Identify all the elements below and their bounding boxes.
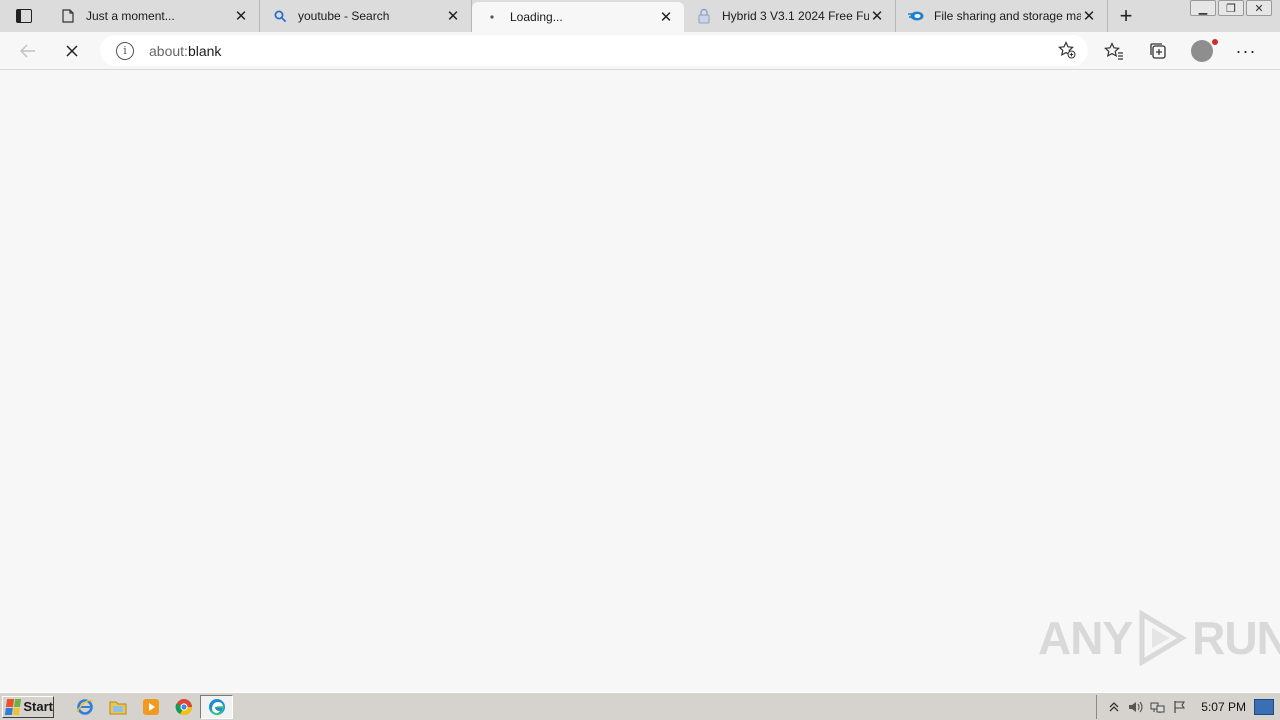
collections-button[interactable]	[1136, 35, 1180, 67]
tab-title: File sharing and storage ma	[934, 9, 1081, 23]
show-hidden-icons-icon[interactable]	[1103, 697, 1125, 717]
mediafire-icon	[908, 8, 924, 24]
play-logo-icon	[1139, 610, 1187, 666]
internet-explorer-icon[interactable]	[68, 695, 101, 719]
collections-icon	[1150, 43, 1166, 59]
tab-loading[interactable]: Loading... ✕	[472, 2, 684, 32]
favorites-button[interactable]	[1092, 35, 1136, 67]
more-icon: ···	[1235, 40, 1257, 61]
edge-icon[interactable]	[200, 694, 233, 719]
action-center-flag-icon[interactable]	[1169, 697, 1191, 717]
lock-icon	[696, 8, 712, 24]
page-icon	[60, 8, 76, 24]
tab-title: Loading...	[510, 10, 563, 24]
chrome-icon[interactable]	[167, 695, 200, 719]
tab-file-sharing[interactable]: File sharing and storage ma ✕	[896, 0, 1108, 32]
close-tab-icon[interactable]: ✕	[445, 8, 461, 25]
toolbar-right: ···	[1092, 35, 1268, 67]
start-button[interactable]: Start	[2, 695, 54, 718]
tab-title: Hybrid 3 V3.1 2024 Free Full	[722, 9, 869, 23]
minimize-button[interactable]: ▁	[1190, 0, 1216, 16]
show-desktop-button[interactable]	[1254, 699, 1274, 715]
close-tab-icon[interactable]: ✕	[869, 8, 885, 25]
volume-icon[interactable]	[1125, 697, 1147, 717]
tab-strip: Just a moment... ✕ youtube - Search ✕ Lo…	[0, 0, 1280, 32]
taskbar: Start 5:07 PM	[0, 692, 1280, 720]
settings-more-button[interactable]: ···	[1224, 35, 1268, 67]
url-text: about:blank	[149, 42, 222, 59]
file-explorer-icon[interactable]	[101, 695, 134, 719]
navigation-toolbar: i about:blank ···	[0, 32, 1280, 70]
stop-loading-button[interactable]	[54, 35, 90, 67]
network-icon[interactable]	[1147, 697, 1169, 717]
close-window-button[interactable]: ✕	[1246, 0, 1272, 16]
tab-title: youtube - Search	[298, 9, 390, 23]
media-player-icon[interactable]	[134, 695, 167, 719]
site-info-icon[interactable]: i	[116, 41, 134, 60]
watermark-left-text: ANY	[1038, 612, 1133, 664]
tab-just-a-moment[interactable]: Just a moment... ✕	[48, 0, 260, 32]
close-tab-icon[interactable]: ✕	[1081, 8, 1097, 25]
new-tab-button[interactable]: +	[1108, 0, 1144, 32]
quick-launch	[68, 694, 233, 719]
avatar	[1191, 39, 1218, 62]
restore-button[interactable]: ❐	[1218, 0, 1244, 16]
close-tab-icon[interactable]: ✕	[658, 9, 674, 26]
tab-actions-icon	[16, 9, 32, 23]
page-content	[0, 71, 1280, 692]
system-tray: 5:07 PM	[1096, 695, 1280, 719]
tab-title: Just a moment...	[86, 9, 175, 23]
back-arrow-icon	[20, 43, 35, 58]
watermark-right-text: RUN	[1192, 612, 1280, 664]
loading-dot-icon	[484, 9, 500, 25]
profile-button[interactable]	[1180, 35, 1224, 67]
stop-icon	[66, 44, 78, 57]
search-icon	[272, 8, 288, 24]
tab-hybrid[interactable]: Hybrid 3 V3.1 2024 Free Full ✕	[684, 0, 896, 32]
start-label: Start	[23, 699, 53, 714]
address-bar[interactable]: i about:blank	[100, 35, 1088, 66]
anyrun-watermark: ANY RUN	[1038, 610, 1280, 666]
clock[interactable]: 5:07 PM	[1201, 700, 1246, 714]
add-favorite-icon[interactable]	[1058, 41, 1076, 64]
back-button[interactable]	[10, 35, 46, 67]
tab-youtube-search[interactable]: youtube - Search ✕	[260, 0, 472, 32]
favorites-icon	[1104, 42, 1123, 60]
tab-actions-button[interactable]	[0, 0, 48, 32]
close-tab-icon[interactable]: ✕	[233, 8, 249, 25]
window-controls: ▁ ❐ ✕	[1188, 0, 1272, 16]
windows-logo-icon	[4, 698, 22, 715]
